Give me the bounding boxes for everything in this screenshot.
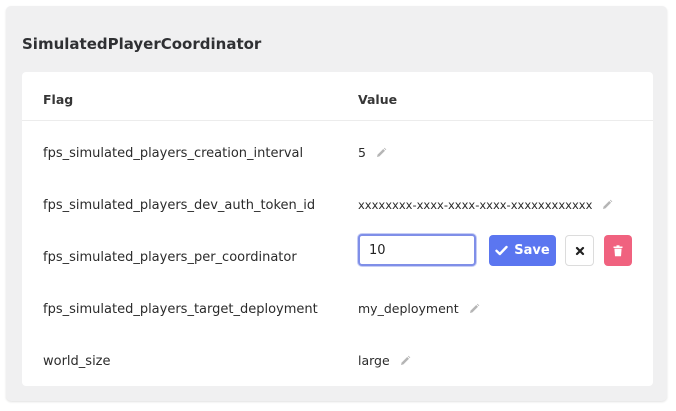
save-button-label: Save (514, 243, 550, 258)
trash-icon (613, 244, 623, 256)
flag-value-input[interactable] (358, 234, 476, 266)
check-icon (495, 245, 508, 256)
cancel-button[interactable] (565, 235, 594, 266)
pencil-icon[interactable] (468, 303, 480, 315)
flag-value: xxxxxxxx-xxxx-xxxx-xxxx-xxxxxxxxxxxx (358, 197, 613, 213)
flag-name: fps_simulated_players_target_deployment (43, 302, 318, 317)
panel-title: SimulatedPlayerCoordinator (22, 35, 262, 53)
close-icon (575, 246, 584, 255)
flags-panel: SimulatedPlayerCoordinator Flag Value fp… (6, 6, 667, 401)
table-row: fps_simulated_players_creation_interval … (22, 128, 653, 180)
table-row: fps_simulated_players_per_coordinator (22, 232, 653, 284)
flag-value-text: my_deployment (358, 301, 459, 316)
table-row: world_size large (22, 336, 653, 388)
flag-name: fps_simulated_players_dev_auth_token_id (43, 198, 316, 213)
delete-button[interactable] (604, 235, 632, 266)
flag-name: world_size (43, 354, 111, 369)
flag-name: fps_simulated_players_per_coordinator (43, 250, 297, 265)
flag-value-text: xxxxxxxx-xxxx-xxxx-xxxx-xxxxxxxxxxxx (358, 198, 593, 212)
flag-name: fps_simulated_players_creation_interval (43, 146, 304, 161)
table-row: fps_simulated_players_target_deployment … (22, 284, 653, 336)
pencil-icon[interactable] (399, 355, 411, 367)
flag-value: my_deployment (358, 301, 480, 317)
flag-value: 5 (358, 145, 387, 161)
pencil-icon[interactable] (601, 199, 613, 211)
flags-table: Flag Value fps_simulated_players_creatio… (22, 72, 653, 386)
flag-column-header: Flag (43, 92, 74, 107)
flag-value-text: 5 (358, 145, 366, 160)
table-row: fps_simulated_players_dev_auth_token_id … (22, 180, 653, 232)
flag-value: large (358, 353, 411, 369)
save-button[interactable]: Save (489, 235, 556, 266)
flag-value-text: large (358, 353, 390, 368)
table-header: Flag Value (22, 72, 653, 121)
value-column-header: Value (358, 92, 398, 107)
pencil-icon[interactable] (375, 147, 387, 159)
